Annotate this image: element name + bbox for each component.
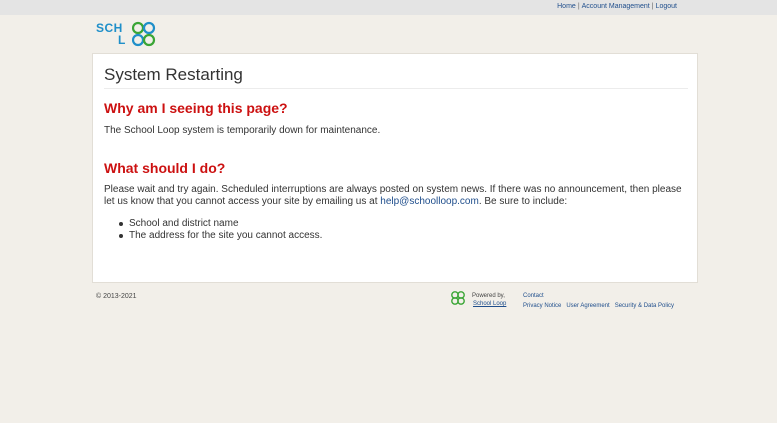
school-loop-logo[interactable]: SCH L — [96, 20, 162, 47]
nav-separator: | — [577, 3, 580, 10]
instructions-text-end: . Be sure to include: — [478, 196, 568, 207]
contact-link[interactable]: Contact — [523, 292, 544, 300]
privacy-notice-link[interactable]: Privacy Notice — [523, 303, 561, 309]
nav-home-link[interactable]: Home — [557, 3, 576, 10]
powered-by-label: Powered by, — [472, 293, 505, 299]
user-agreement-link[interactable]: User Agreement — [566, 303, 609, 309]
section-heading-what: What should I do? — [104, 160, 226, 176]
logo-text-line2: L — [118, 33, 126, 47]
top-nav: Home | Account Management | Logout — [557, 2, 677, 12]
title-divider — [104, 88, 688, 89]
maintenance-message: The School Loop system is temporarily do… — [104, 125, 381, 136]
top-bar: Home | Account Management | Logout — [0, 0, 777, 15]
security-data-policy-link[interactable]: Security & Data Policy — [615, 303, 674, 309]
copyright-text: © 2013-2021 — [96, 293, 137, 300]
list-item: The address for the site you cannot acce… — [119, 230, 322, 242]
include-list: School and district name The address for… — [119, 218, 322, 242]
nav-separator: | — [651, 3, 654, 10]
main-panel: System Restarting Why am I seeing this p… — [92, 53, 698, 283]
footer-links: Privacy Notice User Agreement Security & D… — [523, 302, 679, 310]
instructions-paragraph: Please wait and try again. Scheduled int… — [104, 184, 690, 208]
nav-account-management-link[interactable]: Account Management — [582, 3, 650, 10]
section-heading-why: Why am I seeing this page? — [104, 100, 288, 116]
support-email-link[interactable]: help@schoolloop.com — [380, 196, 479, 207]
list-item: School and district name — [119, 218, 322, 230]
school-loop-link[interactable]: School Loop — [473, 300, 506, 308]
school-loop-mark-icon — [451, 291, 465, 305]
page-title: System Restarting — [104, 65, 243, 84]
nav-logout-link[interactable]: Logout — [656, 3, 677, 10]
school-loop-logo-icon — [132, 21, 156, 47]
